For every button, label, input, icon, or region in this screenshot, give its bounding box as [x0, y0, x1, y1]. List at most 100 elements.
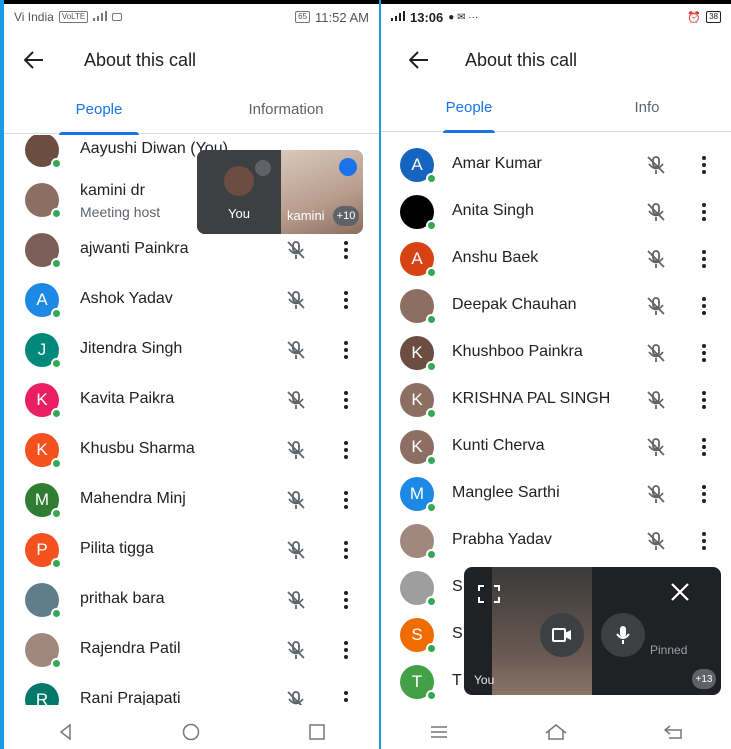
participant-row[interactable]: R Rani Prajapati: [4, 676, 379, 705]
status-bar: Vi India VoLTE 65 11:52 AM: [4, 4, 379, 30]
muted-mic-icon: [645, 248, 667, 270]
participant-avatar: R: [25, 683, 59, 705]
participant-name: S: [452, 625, 463, 642]
participant-row[interactable]: K Khushboo Painkra: [381, 329, 731, 377]
more-options-icon[interactable]: [702, 344, 706, 362]
muted-mic-icon: [285, 689, 307, 705]
participant-row[interactable]: Prabha Yadav: [381, 517, 731, 565]
participant-row[interactable]: prithak bara: [4, 576, 379, 624]
close-icon[interactable]: [671, 583, 689, 606]
battery-indicator: 65: [295, 11, 311, 23]
participant-avatar: [400, 571, 437, 607]
online-status-dot: [426, 361, 437, 372]
participant-avatar: [25, 135, 62, 169]
more-options-icon[interactable]: [344, 241, 348, 259]
muted-mic-icon: [255, 160, 271, 176]
participant-name: Pilita tigga: [80, 540, 154, 557]
more-options-icon[interactable]: [344, 641, 348, 659]
online-status-dot: [51, 158, 62, 169]
more-options-icon[interactable]: [344, 541, 348, 559]
mic-toggle-button[interactable]: [601, 613, 645, 657]
muted-mic-icon: [285, 289, 307, 311]
more-options-icon[interactable]: [702, 532, 706, 550]
participant-row[interactable]: M Manglee Sarthi: [381, 470, 731, 518]
more-options-icon[interactable]: [702, 438, 706, 456]
nav-back-icon[interactable]: [664, 725, 683, 739]
back-arrow-icon[interactable]: [408, 47, 445, 73]
participant-name: S: [452, 578, 463, 595]
back-arrow-icon[interactable]: [23, 47, 64, 73]
participant-name: Deepak Chauhan: [452, 296, 577, 313]
participant-row[interactable]: M Mahendra Minj: [4, 476, 379, 524]
participant-row[interactable]: K Kunti Cherva: [381, 423, 731, 471]
participant-row[interactable]: K Kavita Paikra: [4, 376, 379, 424]
more-options-icon[interactable]: [344, 291, 348, 309]
more-options-icon[interactable]: [702, 485, 706, 503]
more-options-icon[interactable]: [344, 491, 348, 509]
more-options-icon[interactable]: [702, 250, 706, 268]
online-status-dot: [51, 308, 62, 319]
participant-row[interactable]: K Khusbu Sharma: [4, 426, 379, 474]
tab-underline: [443, 130, 495, 133]
nav-recents-icon[interactable]: [309, 724, 325, 740]
muted-mic-icon: [645, 154, 667, 176]
more-options-icon[interactable]: [344, 691, 348, 705]
participant-name: Prabha Yadav: [452, 531, 552, 548]
participant-avatar: [25, 633, 62, 669]
fullscreen-icon[interactable]: [478, 585, 500, 608]
participant-row[interactable]: P Pilita tigga: [4, 526, 379, 574]
participant-avatar: K: [25, 433, 62, 469]
volte-badge: VoLTE: [58, 11, 89, 23]
nav-home-icon[interactable]: [545, 724, 567, 740]
more-options-icon[interactable]: [344, 341, 348, 359]
participant-avatar: [400, 524, 437, 560]
tab-info[interactable]: Info: [621, 90, 673, 132]
call-preview[interactable]: You kamini +10: [197, 150, 363, 234]
more-options-icon[interactable]: [702, 297, 706, 315]
participant-avatar: S: [400, 618, 437, 654]
camera-toggle-button[interactable]: [540, 613, 584, 657]
online-status-dot: [426, 690, 437, 701]
tab-information[interactable]: Information: [236, 92, 336, 134]
participant-name: Khushboo Painkra: [452, 343, 583, 360]
participant-name: kamini dr: [80, 182, 145, 199]
participant-row[interactable]: J Jitendra Singh: [4, 326, 379, 374]
more-options-icon[interactable]: [344, 441, 348, 459]
online-status-dot: [51, 558, 62, 569]
muted-mic-icon: [285, 539, 307, 561]
status-bar: 13:06 ● ✉ ··· ⏰ 38: [381, 4, 731, 30]
screen-record-icon: [112, 13, 123, 21]
participant-name: Anshu Baek: [452, 249, 539, 266]
more-options-icon[interactable]: [702, 203, 706, 221]
tab-bar: People Info: [381, 90, 731, 133]
online-status-dot: [426, 314, 437, 325]
participant-role: Meeting host: [80, 204, 161, 220]
self-tile-label: You: [228, 206, 250, 221]
tab-people[interactable]: People: [443, 90, 495, 133]
participant-name: T: [452, 672, 462, 689]
more-options-icon[interactable]: [344, 591, 348, 609]
participant-row[interactable]: A Amar Kumar: [381, 141, 731, 189]
nav-home-icon[interactable]: [182, 723, 200, 741]
more-options-icon[interactable]: [702, 391, 706, 409]
more-participants-badge: +13: [692, 669, 716, 689]
participant-row[interactable]: Anita Singh: [381, 188, 731, 236]
nav-menu-icon[interactable]: [430, 725, 448, 739]
tab-people[interactable]: People: [59, 92, 139, 135]
online-status-dot: [426, 455, 437, 466]
speaking-indicator-icon: [339, 158, 357, 176]
online-status-dot: [426, 643, 437, 654]
floating-call-window[interactable]: Pinned You +13: [464, 567, 721, 695]
participant-row[interactable]: K KRISHNA PAL SINGH: [381, 376, 731, 424]
participant-row[interactable]: A Ashok Yadav: [4, 276, 379, 324]
online-status-dot: [51, 408, 62, 419]
participant-row[interactable]: Rajendra Patil: [4, 626, 379, 674]
more-options-icon[interactable]: [344, 391, 348, 409]
nav-back-icon[interactable]: [58, 724, 74, 740]
participant-row[interactable]: A Anshu Baek: [381, 235, 731, 283]
participant-avatar: [25, 583, 62, 619]
participant-row[interactable]: Deepak Chauhan: [381, 282, 731, 330]
muted-mic-icon: [285, 639, 307, 661]
participant-avatar: K: [400, 383, 437, 419]
more-options-icon[interactable]: [702, 156, 706, 174]
